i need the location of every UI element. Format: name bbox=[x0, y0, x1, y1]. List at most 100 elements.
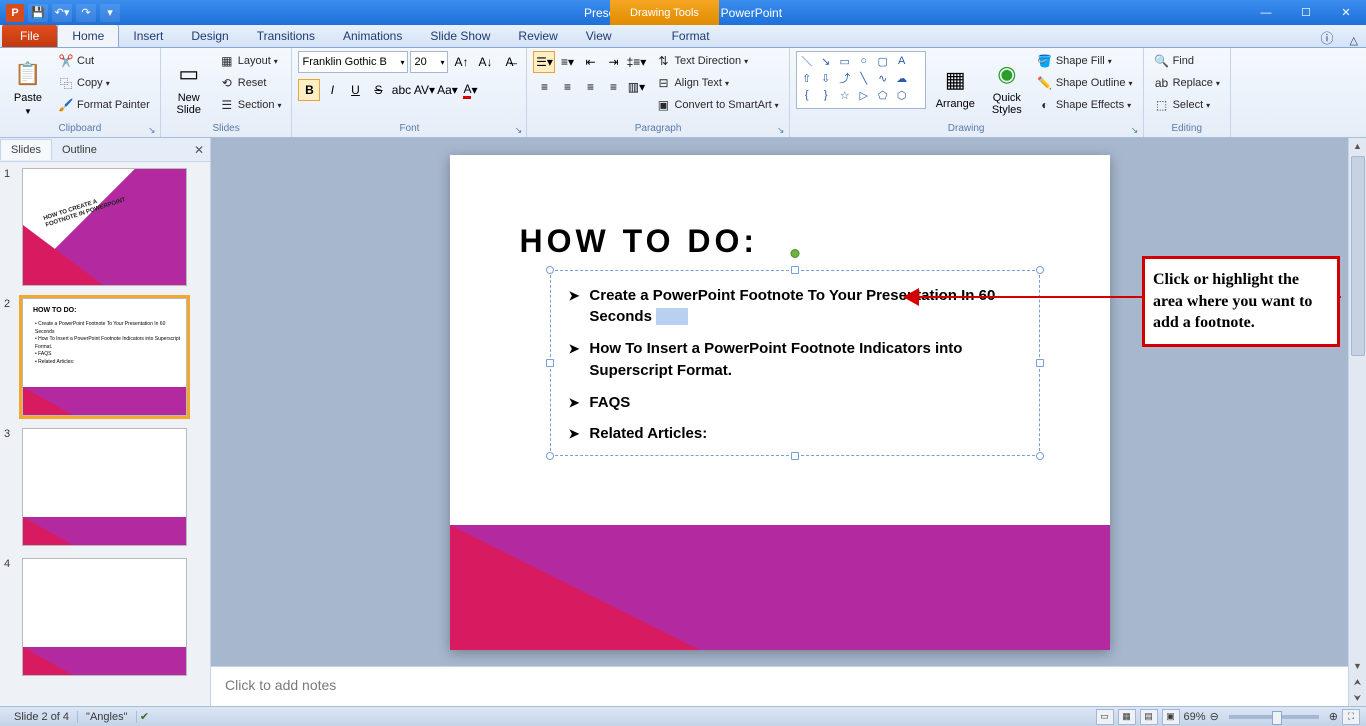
handle-ml[interactable] bbox=[546, 359, 554, 367]
thumbnail-1[interactable]: 1 HOW TO CREATE AFOOTNOTE IN POWERPOINT bbox=[4, 168, 206, 286]
tab-format[interactable]: Format bbox=[658, 25, 724, 47]
shape-fill-button[interactable]: 🪣Shape Fill▾ bbox=[1033, 51, 1137, 71]
thumbnail-2[interactable]: 2 HOW TO DO: • Create a PowerPoint Footn… bbox=[4, 298, 206, 416]
shape-arrow-icon[interactable]: ↘ bbox=[818, 54, 834, 68]
italic-button[interactable]: I bbox=[321, 79, 343, 101]
align-right-button[interactable]: ≡ bbox=[579, 76, 601, 98]
align-left-button[interactable]: ≡ bbox=[533, 76, 555, 98]
reset-button[interactable]: ⟲Reset bbox=[215, 73, 286, 93]
handle-tm[interactable] bbox=[791, 266, 799, 274]
panel-tab-outline[interactable]: Outline bbox=[52, 140, 107, 160]
handle-mr[interactable] bbox=[1036, 359, 1044, 367]
numbering-button[interactable]: ≡▾ bbox=[556, 51, 578, 73]
tab-home[interactable]: Home bbox=[57, 24, 119, 47]
bold-button[interactable]: B bbox=[298, 79, 320, 101]
shape-up-icon[interactable]: ⇧ bbox=[799, 71, 815, 85]
redo-icon[interactable]: ↷ bbox=[76, 4, 96, 22]
shape-outline-button[interactable]: ✏️Shape Outline▾ bbox=[1033, 73, 1137, 93]
scroll-down-icon[interactable]: ▼ bbox=[1350, 658, 1366, 674]
bullet-3[interactable]: FAQS bbox=[589, 392, 630, 414]
tab-view[interactable]: View bbox=[572, 25, 626, 47]
panel-close-icon[interactable]: ✕ bbox=[188, 143, 210, 157]
quick-styles-button[interactable]: ◉ Quick Styles bbox=[985, 51, 1029, 123]
spell-check-icon[interactable]: ✔ bbox=[137, 710, 153, 724]
font-size-combo[interactable]: 20▾ bbox=[410, 51, 448, 73]
zoom-slider[interactable] bbox=[1229, 715, 1319, 719]
slide-canvas[interactable]: HOW TO DO: ➤Create a PowerPoint Footnote… bbox=[211, 138, 1348, 666]
sorter-view-button[interactable]: ▦ bbox=[1118, 709, 1136, 725]
increase-indent-button[interactable]: ⇥ bbox=[602, 51, 624, 73]
shapes-gallery[interactable]: ＼ ↘ ▭ ○ ▢ A ⇧ ⇩ ⤴ ╲ ∿ ☁ { } ☆ ▷ ⬠ ⬡ bbox=[796, 51, 926, 109]
undo-icon[interactable]: ↶▾ bbox=[52, 4, 72, 22]
minimize-button[interactable]: — bbox=[1246, 0, 1286, 25]
panel-tab-slides[interactable]: Slides bbox=[0, 139, 52, 160]
shape-oval-icon[interactable]: ○ bbox=[856, 54, 872, 68]
scroll-up-icon[interactable]: ▲ bbox=[1350, 138, 1366, 154]
shape-line2-icon[interactable]: ╲ bbox=[856, 71, 872, 85]
font-color-button[interactable]: A▾ bbox=[459, 79, 481, 101]
tab-animations[interactable]: Animations bbox=[329, 25, 416, 47]
char-spacing-button[interactable]: AV▾ bbox=[413, 79, 435, 101]
decrease-font-button[interactable]: A↓ bbox=[474, 51, 496, 73]
font-dialog-launcher[interactable]: ↘ bbox=[512, 124, 524, 136]
new-slide-button[interactable]: ▭ New Slide bbox=[167, 51, 211, 123]
clipboard-dialog-launcher[interactable]: ↘ bbox=[146, 124, 158, 136]
bullets-button[interactable]: ☰▾ bbox=[533, 51, 555, 73]
strikethrough-button[interactable]: S bbox=[367, 79, 389, 101]
justify-button[interactable]: ≡ bbox=[602, 76, 624, 98]
shadow-button[interactable]: abc bbox=[390, 79, 412, 101]
paragraph-dialog-launcher[interactable]: ↘ bbox=[775, 124, 787, 136]
paste-button[interactable]: 📋 Paste ▼ bbox=[6, 51, 50, 123]
vertical-scrollbar[interactable]: ▲ ▼ ⮝ ⮟ bbox=[1348, 138, 1366, 706]
font-name-combo[interactable]: Franklin Gothic B▾ bbox=[298, 51, 408, 73]
handle-tr[interactable] bbox=[1036, 266, 1044, 274]
cut-button[interactable]: ✂️Cut bbox=[54, 51, 154, 71]
maximize-button[interactable]: ☐ bbox=[1286, 0, 1326, 25]
qat-dropdown-icon[interactable]: ▾ bbox=[100, 4, 120, 22]
layout-button[interactable]: ▦Layout▾ bbox=[215, 51, 286, 71]
text-highlight[interactable] bbox=[656, 308, 688, 325]
arrange-button[interactable]: ▦ Arrange bbox=[930, 51, 981, 123]
prev-slide-icon[interactable]: ⮝ bbox=[1350, 674, 1366, 690]
line-spacing-button[interactable]: ‡≡▾ bbox=[625, 51, 647, 73]
zoom-in-button[interactable]: ⊕ bbox=[1329, 710, 1338, 723]
shape-curve-icon[interactable]: ∿ bbox=[875, 71, 891, 85]
slide-title[interactable]: HOW TO DO: bbox=[520, 223, 759, 260]
columns-button[interactable]: ▥▾ bbox=[625, 76, 647, 98]
shape-line-icon[interactable]: ＼ bbox=[799, 54, 815, 68]
clear-formatting-button[interactable]: A̶ bbox=[498, 51, 520, 73]
bullet-1[interactable]: Create a PowerPoint Footnote To Your Pre… bbox=[589, 285, 1020, 329]
shape-lbrace-icon[interactable]: { bbox=[799, 88, 815, 102]
save-icon[interactable]: 💾 bbox=[28, 4, 48, 22]
drawing-dialog-launcher[interactable]: ↘ bbox=[1129, 124, 1141, 136]
next-slide-icon[interactable]: ⮟ bbox=[1350, 690, 1366, 706]
shape-rrect-icon[interactable]: ▢ bbox=[875, 54, 891, 68]
increase-font-button[interactable]: A↑ bbox=[450, 51, 472, 73]
handle-bm[interactable] bbox=[791, 452, 799, 460]
convert-smartart-button[interactable]: ▣Convert to SmartArt▾ bbox=[651, 95, 782, 115]
zoom-out-button[interactable]: ⊖ bbox=[1210, 710, 1219, 723]
thumbnail-3[interactable]: 3 bbox=[4, 428, 206, 546]
normal-view-button[interactable]: ▭ bbox=[1096, 709, 1114, 725]
copy-button[interactable]: ⿻Copy▾ bbox=[54, 73, 154, 93]
help-icon[interactable]: ⓘ bbox=[1313, 28, 1342, 47]
format-painter-button[interactable]: 🖌️Format Painter bbox=[54, 95, 154, 115]
fit-to-window-button[interactable]: ⛶ bbox=[1342, 709, 1360, 725]
reading-view-button[interactable]: ▤ bbox=[1140, 709, 1158, 725]
replace-button[interactable]: abReplace▾ bbox=[1150, 73, 1224, 93]
tab-review[interactable]: Review bbox=[504, 25, 571, 47]
shape-effects-button[interactable]: ◐Shape Effects▾ bbox=[1033, 95, 1137, 115]
thumbnail-4[interactable]: 4 bbox=[4, 558, 206, 676]
underline-button[interactable]: U bbox=[344, 79, 366, 101]
shape-hex-icon[interactable]: ⬡ bbox=[894, 88, 910, 102]
bullet-2[interactable]: How To Insert a PowerPoint Footnote Indi… bbox=[589, 338, 1020, 382]
tab-slideshow[interactable]: Slide Show bbox=[416, 25, 504, 47]
close-button[interactable]: ✕ bbox=[1326, 0, 1366, 25]
minimize-ribbon-icon[interactable]: △ bbox=[1342, 34, 1366, 47]
slide[interactable]: HOW TO DO: ➤Create a PowerPoint Footnote… bbox=[450, 155, 1110, 650]
change-case-button[interactable]: Aa▾ bbox=[436, 79, 458, 101]
app-icon[interactable]: P bbox=[6, 4, 24, 22]
tab-insert[interactable]: Insert bbox=[119, 25, 177, 47]
handle-bl[interactable] bbox=[546, 452, 554, 460]
section-button[interactable]: ☰Section▾ bbox=[215, 95, 286, 115]
